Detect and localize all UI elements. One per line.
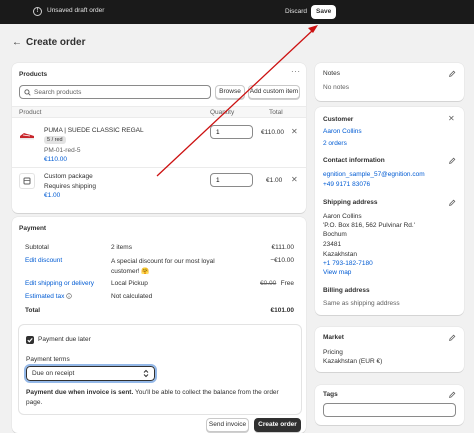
package-icon xyxy=(23,177,31,185)
remove-customer-icon[interactable]: ✕ xyxy=(448,114,455,123)
edit-shipping-link[interactable]: Edit shipping or delivery xyxy=(25,280,94,287)
add-custom-item-button[interactable]: Add custom item xyxy=(248,85,300,99)
page-title: Create order xyxy=(26,37,86,48)
tags-input[interactable] xyxy=(323,403,456,417)
discount-description: A special discount for our most loyal cu… xyxy=(111,258,215,275)
chevron-up-down-icon xyxy=(143,369,149,380)
shipping-method: Local Pickup xyxy=(111,280,148,287)
search-input[interactable] xyxy=(34,87,194,97)
product-search-field[interactable] xyxy=(19,85,211,99)
unsaved-message: Unsaved draft order xyxy=(47,7,105,14)
variant-badge: 5 / red xyxy=(44,136,66,144)
view-map-link[interactable]: View map xyxy=(323,269,351,276)
customer-card: Customer ✕ Aaron Collins 2 orders Contac… xyxy=(315,107,464,315)
payment-heading: Payment xyxy=(19,225,47,232)
info-icon xyxy=(66,293,72,299)
custom-item-name[interactable]: Custom package xyxy=(44,173,93,180)
payment-notice-bold: Payment due when invoice is sent. xyxy=(26,389,134,396)
customer-phone[interactable]: +49 9171 83076 xyxy=(323,181,370,188)
divider xyxy=(12,167,306,168)
product-price[interactable]: €110.00 xyxy=(44,156,67,163)
arrow-left-icon[interactable]: ← xyxy=(12,36,22,50)
subtotal-value: €111.00 xyxy=(271,244,294,251)
column-header-quantity: Quantity xyxy=(210,109,235,116)
pencil-icon[interactable] xyxy=(448,391,456,399)
payment-notice: Payment due when invoice is sent. You'll… xyxy=(26,388,288,408)
notes-heading: Notes xyxy=(323,70,340,77)
address-line: Bochum xyxy=(323,231,347,238)
package-thumbnail xyxy=(19,173,35,189)
pencil-icon[interactable] xyxy=(448,199,456,207)
products-table-header: Product Quantity Total xyxy=(12,106,306,118)
remove-item-icon[interactable]: ✕ xyxy=(291,127,298,136)
notes-card: Notes No notes xyxy=(315,63,464,101)
tags-heading: Tags xyxy=(323,391,338,398)
pencil-icon[interactable] xyxy=(448,334,456,342)
checkmark-icon xyxy=(27,337,33,343)
market-card: Market Pricing Kazakhstan (EUR €) xyxy=(315,327,464,372)
discount-value: −€10.00 xyxy=(270,257,294,264)
address-line: 'P.O. Box 816, 562 Pulvinar Rd.' xyxy=(323,222,415,229)
customer-orders[interactable]: 2 orders xyxy=(323,140,347,147)
address-line: 23481 xyxy=(323,241,342,248)
payment-terms-panel: Payment due later Payment terms Due on r… xyxy=(18,324,302,415)
line-total: €1.00 xyxy=(266,177,283,184)
shipping-address-heading: Shipping address xyxy=(323,199,378,206)
customer-heading: Customer xyxy=(323,116,354,123)
browse-button[interactable]: Browse xyxy=(215,85,245,99)
more-menu-icon[interactable]: ··· xyxy=(291,67,301,76)
search-icon xyxy=(24,89,31,96)
product-thumbnail xyxy=(19,127,35,143)
quantity-input[interactable] xyxy=(210,125,253,139)
payment-terms-select[interactable]: Due on receipt xyxy=(24,364,157,383)
payment-due-later-checkbox[interactable] xyxy=(26,336,34,344)
column-header-product: Product xyxy=(19,109,42,116)
customer-email[interactable]: egnition_sample_57@egnition.com xyxy=(323,171,425,178)
shipping-original-price: €0.00 xyxy=(260,280,277,287)
pencil-icon[interactable] xyxy=(448,157,456,165)
tax-status: Not calculated xyxy=(111,293,153,300)
discard-button[interactable]: Discard xyxy=(282,5,310,19)
contact-heading: Contact information xyxy=(323,157,385,164)
create-order-button[interactable]: Create order xyxy=(254,418,301,432)
custom-item-note: Requires shipping xyxy=(44,183,97,190)
alert-circle-icon: ! xyxy=(33,7,42,16)
column-header-total: Total xyxy=(269,109,283,116)
address-line: Aaron Collins xyxy=(323,213,362,220)
estimated-tax-label: Estimated tax xyxy=(25,293,65,300)
shipping-value: Free xyxy=(280,280,294,287)
address-phone[interactable]: +1 793-182-7180 xyxy=(323,260,373,267)
unsaved-changes-bar: ! Unsaved draft order Discard Save xyxy=(0,0,474,24)
save-button[interactable]: Save xyxy=(311,5,337,19)
quantity-input[interactable] xyxy=(210,173,253,187)
pricing-label: Pricing xyxy=(323,349,343,356)
market-heading: Market xyxy=(323,334,344,341)
subtotal-label: Subtotal xyxy=(25,244,49,251)
send-invoice-button[interactable]: Send invoice xyxy=(206,418,249,432)
pricing-value: Kazakhstan (EUR €) xyxy=(323,358,383,365)
address-line: Kazakhstan xyxy=(323,251,357,258)
product-name[interactable]: PUMA | SUEDE CLASSIC REGAL xyxy=(44,127,144,134)
product-sku: PM-01-red-5 xyxy=(44,147,81,154)
products-card: Products ··· Browse Add custom item Prod… xyxy=(12,63,306,213)
tags-card: Tags xyxy=(315,385,464,425)
payment-due-later-label[interactable]: Payment due later xyxy=(38,336,91,343)
line-total: €110.00 xyxy=(261,129,285,136)
notes-empty: No notes xyxy=(323,84,350,91)
total-value: €101.00 xyxy=(270,307,295,314)
products-heading: Products xyxy=(19,71,48,78)
customer-name[interactable]: Aaron Collins xyxy=(323,128,362,135)
estimated-tax-link[interactable]: Estimated tax xyxy=(25,293,72,300)
billing-address-heading: Billing address xyxy=(323,287,370,294)
pencil-icon[interactable] xyxy=(448,70,456,78)
total-label: Total xyxy=(25,307,41,314)
edit-discount-link[interactable]: Edit discount xyxy=(25,257,62,264)
payment-terms-value: Due on receipt xyxy=(32,370,75,377)
payment-terms-label: Payment terms xyxy=(26,356,70,363)
subtotal-items: 2 items xyxy=(111,244,132,251)
custom-item-price[interactable]: €1.00 xyxy=(44,192,60,199)
remove-item-icon[interactable]: ✕ xyxy=(291,175,298,184)
billing-address-value: Same as shipping address xyxy=(323,300,400,307)
sneaker-image xyxy=(20,133,34,140)
